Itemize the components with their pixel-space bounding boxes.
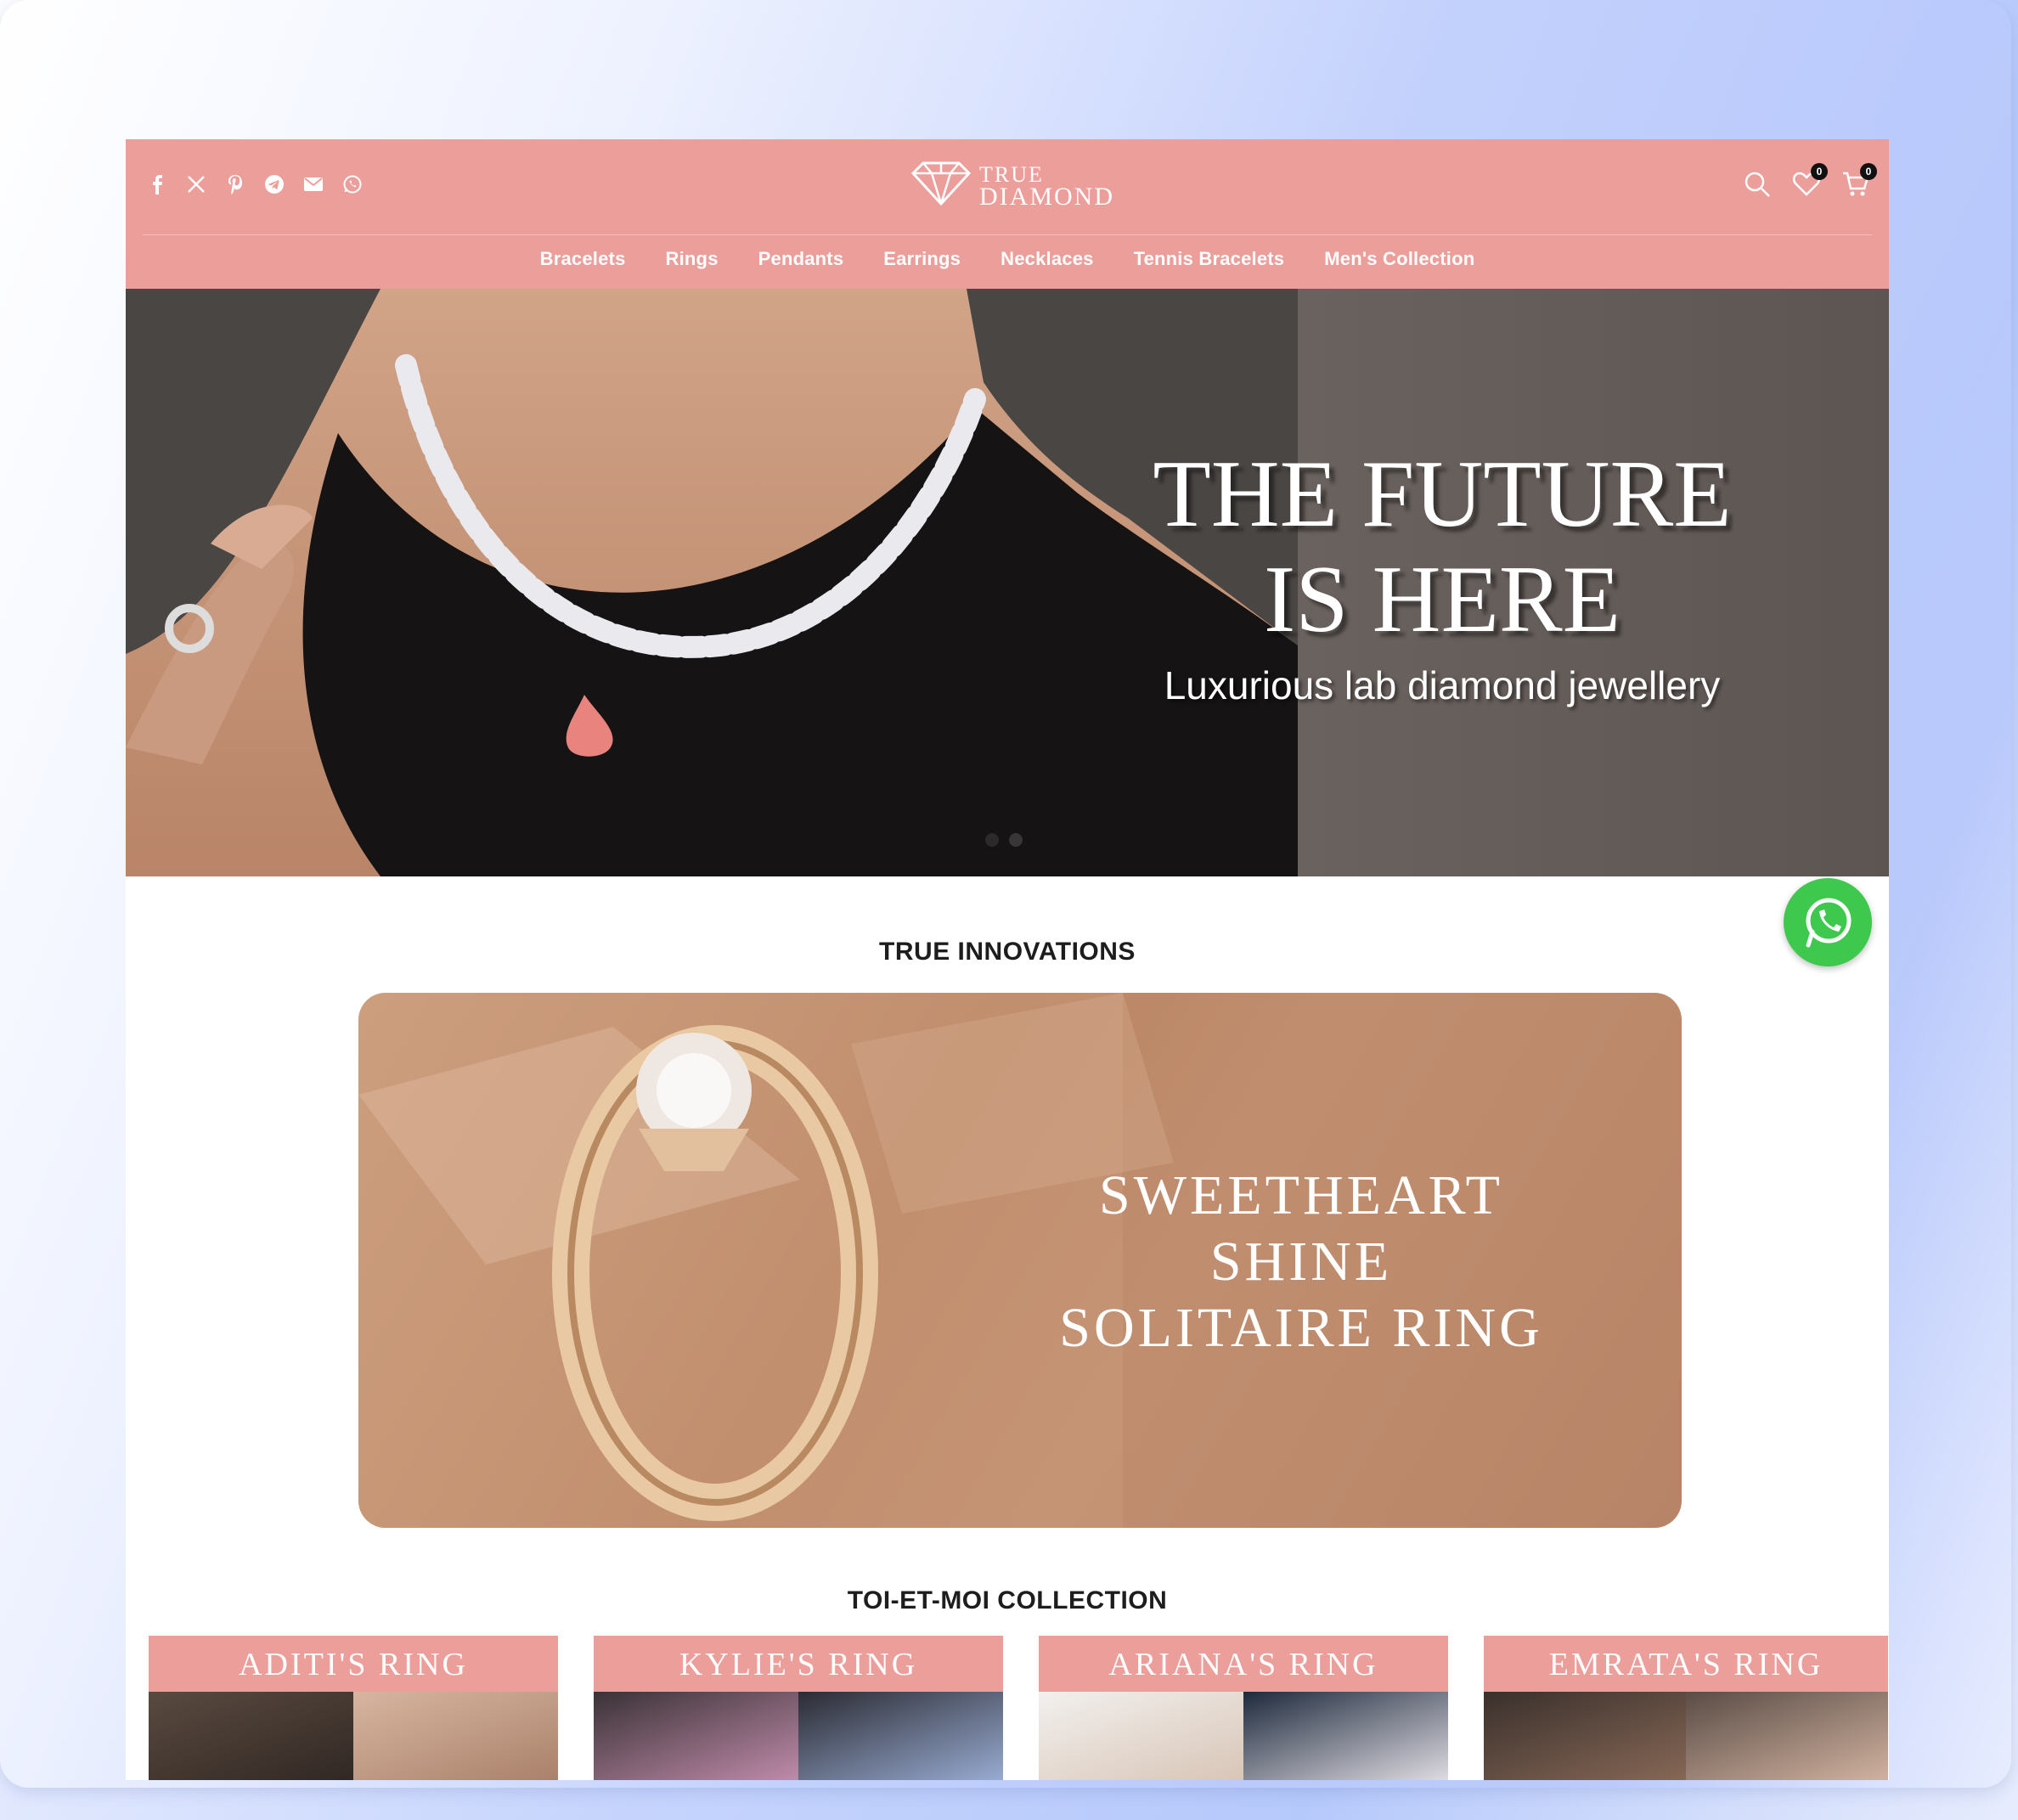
innovation-banner[interactable]: SWEETHEART SHINE SOLITAIRE RING	[358, 993, 1682, 1528]
hero-subtitle: Luxurious lab diamond jewellery	[1164, 663, 1721, 707]
nav-item-earrings[interactable]: Earrings	[883, 248, 961, 270]
logo[interactable]: TRUE DIAMOND	[910, 161, 1114, 211]
hero-title: THE FUTURE IS HERE	[1094, 442, 1790, 652]
collection-card-emrata[interactable]: EMRATA'S RING	[1484, 1636, 1888, 1780]
card-image	[149, 1692, 558, 1780]
whatsapp-chat-button[interactable]	[1784, 878, 1872, 966]
card-title: KYLIE'S RING	[594, 1636, 1003, 1692]
site-header: TRUE DIAMOND 0 0 Bracelets Rings Pendant…	[126, 139, 1889, 289]
slider-dot-2[interactable]	[1009, 833, 1023, 847]
social-links	[146, 173, 364, 195]
pinterest-icon[interactable]	[224, 173, 246, 195]
slider-dots	[985, 833, 1023, 847]
nav-item-mens-collection[interactable]: Men's Collection	[1324, 248, 1474, 270]
search-icon[interactable]	[1743, 170, 1773, 200]
nav-item-rings[interactable]: Rings	[666, 248, 719, 270]
cart-count-badge: 0	[1860, 163, 1877, 180]
banner-line3: SOLITAIRE RING	[1059, 1297, 1543, 1359]
hero-slider[interactable]: THE FUTURE IS HERE Luxurious lab diamond…	[126, 289, 1889, 876]
card-title: ARIANA'S RING	[1039, 1636, 1448, 1692]
banner-line1: SWEETHEART	[1099, 1164, 1503, 1226]
mail-icon[interactable]	[302, 173, 324, 195]
cart-icon[interactable]: 0	[1841, 163, 1877, 200]
whatsapp-icon[interactable]	[341, 173, 364, 195]
nav-item-pendants[interactable]: Pendants	[758, 248, 844, 270]
x-icon[interactable]	[185, 173, 207, 195]
hero-title-line1: THE FUTURE	[1153, 442, 1732, 547]
main-nav: Bracelets Rings Pendants Earrings Neckla…	[126, 248, 1889, 270]
telegram-icon[interactable]	[263, 173, 285, 195]
facebook-icon[interactable]	[146, 173, 168, 195]
card-image	[1039, 1692, 1448, 1780]
card-title: ADITI'S RING	[149, 1636, 558, 1692]
nav-item-bracelets[interactable]: Bracelets	[540, 248, 626, 270]
logo-line2: DIAMOND	[979, 182, 1114, 211]
card-image	[594, 1692, 1003, 1780]
innovation-banner-text: SWEETHEART SHINE SOLITAIRE RING	[1038, 1163, 1564, 1361]
header-actions: 0 0	[1743, 163, 1877, 200]
innovations-heading: TRUE INNOVATIONS	[879, 938, 1136, 966]
collection-card-kylie[interactable]: KYLIE'S RING	[594, 1636, 1003, 1780]
whatsapp-icon	[1806, 898, 1852, 948]
nav-item-necklaces[interactable]: Necklaces	[1001, 248, 1093, 270]
slider-dot-1[interactable]	[985, 833, 999, 847]
wishlist-icon[interactable]: 0	[1792, 163, 1828, 200]
collection-cards: ADITI'S RING KYLIE'S RING ARIANA'S RING …	[149, 1636, 1888, 1780]
diamond-logo-icon	[910, 161, 972, 210]
hero-title-line2: IS HERE	[1264, 547, 1621, 652]
nav-item-tennis-bracelets[interactable]: Tennis Bracelets	[1134, 248, 1285, 270]
card-image	[1484, 1692, 1888, 1780]
banner-line2: SHINE	[1209, 1231, 1393, 1293]
collection-card-ariana[interactable]: ARIANA'S RING	[1039, 1636, 1448, 1780]
card-title: EMRATA'S RING	[1484, 1636, 1888, 1692]
wishlist-count-badge: 0	[1811, 163, 1828, 180]
collection-card-aditi[interactable]: ADITI'S RING	[149, 1636, 558, 1780]
header-divider	[143, 234, 1872, 235]
website: TRUE DIAMOND 0 0 Bracelets Rings Pendant…	[126, 139, 1889, 1780]
collection-heading: TOI-ET-MOI COLLECTION	[847, 1586, 1168, 1614]
